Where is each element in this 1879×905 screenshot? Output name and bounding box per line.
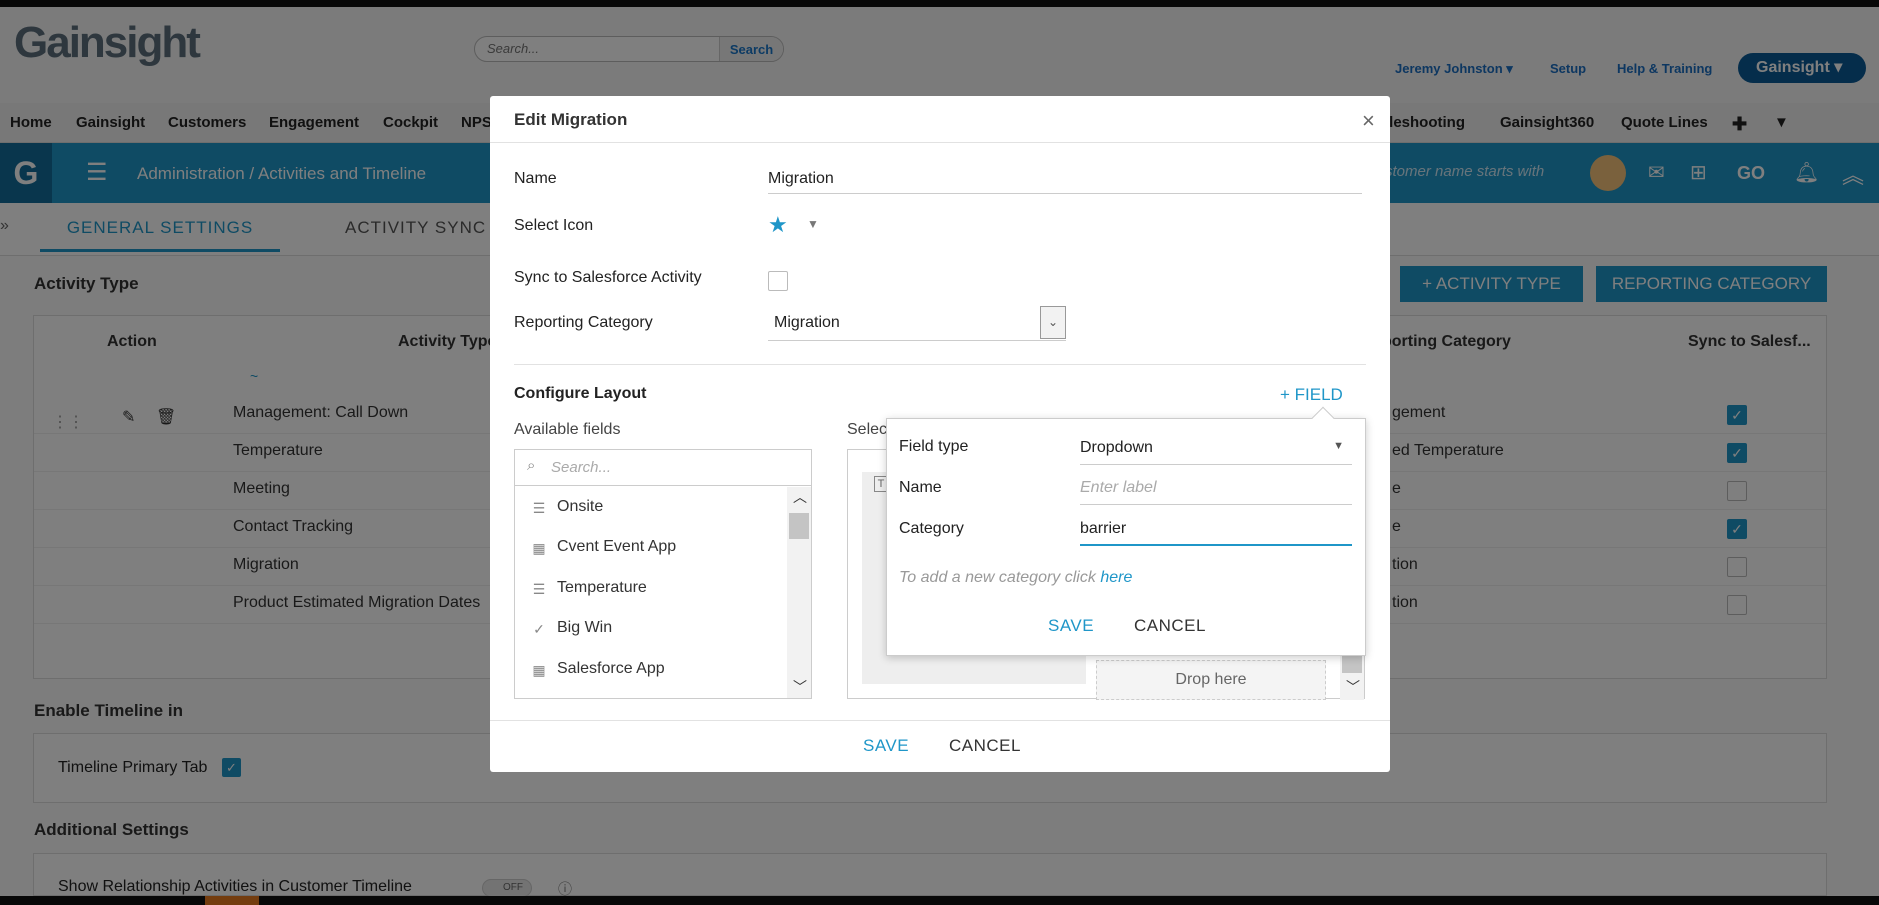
- select-icon-label: Select Icon: [514, 217, 594, 234]
- drop-zone[interactable]: Drop here: [1096, 660, 1326, 700]
- category-hint-link[interactable]: here: [1100, 569, 1132, 586]
- field-item-label: Onsite: [557, 498, 604, 515]
- selected-fields-label: Selec: [847, 421, 888, 438]
- checkbox-icon: ✓: [533, 621, 545, 637]
- field-search-placeholder: Search...: [551, 459, 612, 476]
- field-type-value: Dropdown: [1080, 439, 1153, 456]
- field-item-label: Cvent Event App: [557, 538, 677, 555]
- field-item-label: Big Win: [557, 619, 613, 636]
- field-item[interactable]: ▦ Salesforce App: [531, 660, 665, 678]
- scrollbar[interactable]: ︿ ﹀: [787, 487, 811, 698]
- field-item[interactable]: ☰ Onsite: [531, 498, 604, 516]
- field-item[interactable]: ☰ Temperature: [531, 579, 647, 597]
- popover-name-placeholder: Enter label: [1080, 479, 1157, 496]
- add-field-popover: Field type Dropdown ▼ Name Enter label C…: [886, 406, 1366, 656]
- add-field-button[interactable]: + FIELD: [1280, 385, 1343, 405]
- reporting-category-select[interactable]: Migration ⌄: [768, 306, 1066, 341]
- category-hint-text: To add a new category click: [899, 569, 1096, 586]
- available-fields-list: ⌕ Search... ☰ Onsite ▦ Cvent Event App ☰ Te…: [514, 449, 812, 699]
- name-field[interactable]: Migration: [768, 164, 1362, 194]
- configure-layout-title: Configure Layout: [514, 385, 647, 402]
- field-item-label: Temperature: [557, 579, 647, 596]
- grid-icon: ▦: [532, 540, 546, 556]
- popover-save-button[interactable]: SAVE: [1048, 616, 1094, 636]
- list-icon: ☰: [532, 581, 546, 597]
- grid-icon: ▦: [532, 662, 546, 678]
- divider: [514, 364, 1366, 365]
- modal-save-button[interactable]: SAVE: [863, 736, 909, 756]
- chevron-up-icon[interactable]: ︿: [793, 487, 807, 507]
- scrollbar[interactable]: ﹀: [1340, 655, 1364, 700]
- modal-title: Edit Migration: [514, 110, 628, 129]
- field-type-select[interactable]: Dropdown ▼: [1080, 431, 1352, 465]
- chevron-down-icon[interactable]: ⌄: [1040, 306, 1066, 339]
- scrollbar-thumb[interactable]: [1342, 655, 1362, 673]
- caret-down-icon[interactable]: ▼: [1333, 440, 1344, 452]
- sync-salesforce-label: Sync to Salesforce Activity: [514, 269, 702, 286]
- popover-name-label: Name: [899, 479, 942, 496]
- field-item[interactable]: ✓ Big Win: [531, 619, 612, 637]
- popover-cancel-button[interactable]: CANCEL: [1134, 616, 1206, 636]
- divider: [490, 720, 1390, 721]
- category-hint: To add a new category click here: [899, 569, 1132, 587]
- reporting-category-value: Migration: [774, 314, 840, 331]
- available-fields-label: Available fields: [514, 421, 621, 438]
- name-value: Migration: [768, 170, 834, 187]
- divider: [490, 142, 1390, 143]
- field-item-label: Salesforce App: [557, 660, 665, 677]
- caret-down-icon[interactable]: ▼: [807, 217, 819, 231]
- category-input[interactable]: barrier: [1080, 512, 1352, 546]
- field-item[interactable]: ▦ Cvent Event App: [531, 538, 676, 556]
- scrollbar-thumb[interactable]: [789, 513, 809, 539]
- chevron-down-icon[interactable]: ﹀: [793, 677, 807, 697]
- field-type-label: Field type: [899, 438, 969, 455]
- category-value: barrier: [1080, 520, 1127, 537]
- category-label: Category: [899, 520, 964, 537]
- name-label: Name: [514, 170, 557, 187]
- star-icon[interactable]: ★: [768, 212, 788, 238]
- popover-name-input[interactable]: Enter label: [1080, 471, 1352, 505]
- sync-salesforce-checkbox[interactable]: [768, 271, 788, 291]
- list-icon: ☰: [532, 500, 546, 516]
- close-icon[interactable]: ×: [1362, 108, 1375, 134]
- search-icon: ⌕: [527, 457, 536, 474]
- reporting-category-label: Reporting Category: [514, 314, 653, 331]
- modal-cancel-button[interactable]: CANCEL: [949, 736, 1021, 756]
- chevron-down-icon[interactable]: ﹀: [1346, 677, 1360, 697]
- field-search[interactable]: ⌕ Search...: [515, 450, 811, 486]
